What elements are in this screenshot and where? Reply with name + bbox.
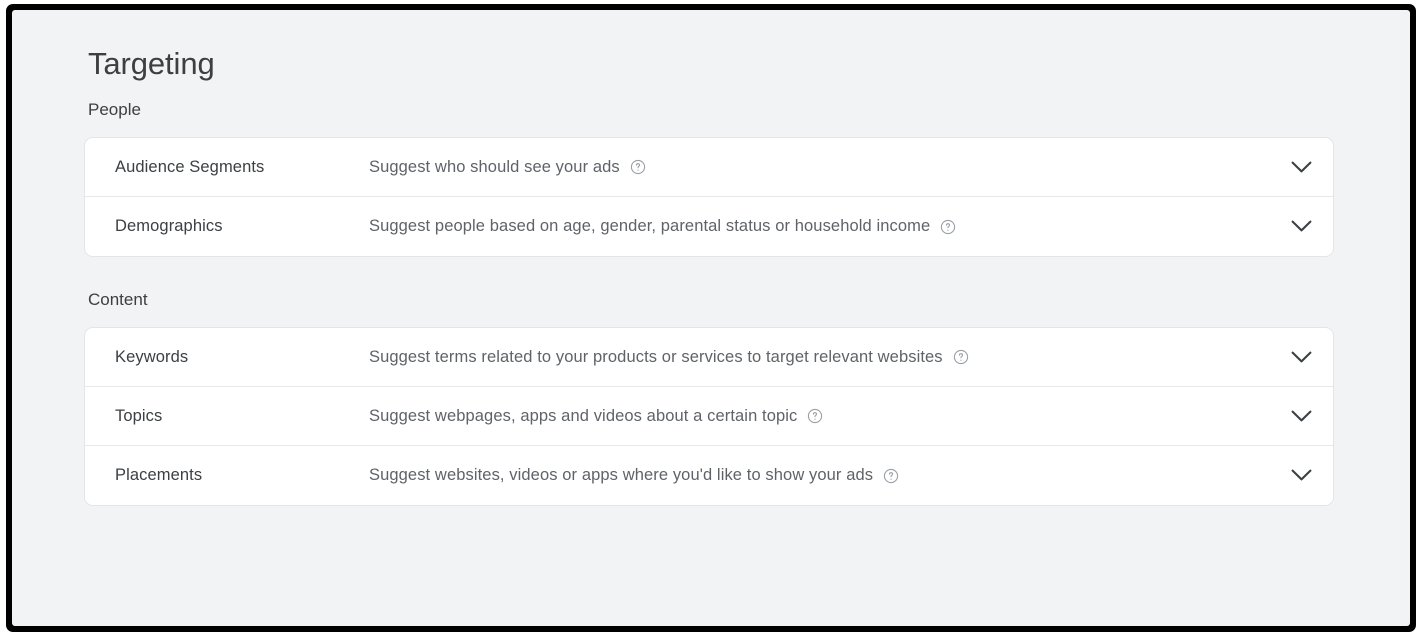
help-circle-icon[interactable] [953, 349, 969, 365]
targeting-page: Targeting People Audience Segments Sugge… [12, 10, 1410, 626]
screenshot-frame: Targeting People Audience Segments Sugge… [6, 4, 1416, 632]
targeting-card-content: Keywords Suggest terms related to your p… [84, 327, 1334, 506]
targeting-row-audience-segments[interactable]: Audience Segments Suggest who should see… [85, 138, 1333, 197]
targeting-row-placements[interactable]: Placements Suggest websites, videos or a… [85, 446, 1333, 505]
section-label-people: People [88, 100, 141, 119]
row-label: Demographics [115, 217, 223, 235]
chevron-down-icon[interactable] [1269, 351, 1333, 364]
chevron-down-icon[interactable] [1269, 410, 1333, 423]
chevron-down-icon[interactable] [1269, 161, 1333, 174]
help-circle-icon[interactable] [940, 219, 956, 235]
row-description: Suggest webpages, apps and videos about … [369, 406, 798, 425]
targeting-card-people: Audience Segments Suggest who should see… [84, 137, 1334, 257]
chevron-down-icon[interactable] [1269, 220, 1333, 233]
row-label: Placements [115, 466, 203, 484]
section-label-content: Content [88, 290, 148, 309]
row-description-wrap: Suggest people based on age, gender, par… [369, 217, 1269, 236]
targeting-row-keywords[interactable]: Keywords Suggest terms related to your p… [85, 328, 1333, 387]
help-circle-icon[interactable] [883, 468, 899, 484]
help-circle-icon[interactable] [630, 159, 646, 175]
row-label: Topics [115, 406, 163, 425]
row-label: Audience Segments [115, 157, 265, 176]
row-description-wrap: Suggest websites, videos or apps where y… [369, 466, 1269, 485]
row-description: Suggest terms related to your products o… [369, 347, 943, 366]
row-description-wrap: Suggest webpages, apps and videos about … [369, 407, 1269, 426]
targeting-row-topics[interactable]: Topics Suggest webpages, apps and videos… [85, 387, 1333, 446]
page-title: Targeting [88, 46, 215, 81]
help-circle-icon[interactable] [807, 408, 823, 424]
app-viewport: Targeting People Audience Segments Sugge… [12, 10, 1410, 626]
row-description-wrap: Suggest terms related to your products o… [369, 348, 1269, 367]
targeting-row-demographics[interactable]: Demographics Suggest people based on age… [85, 197, 1333, 256]
row-description-wrap: Suggest who should see your ads [369, 158, 1269, 177]
chevron-down-icon[interactable] [1269, 469, 1333, 482]
row-description: Suggest who should see your ads [369, 157, 620, 176]
row-description: Suggest people based on age, gender, par… [369, 217, 931, 235]
row-label: Keywords [115, 347, 189, 366]
row-description: Suggest websites, videos or apps where y… [369, 466, 874, 484]
